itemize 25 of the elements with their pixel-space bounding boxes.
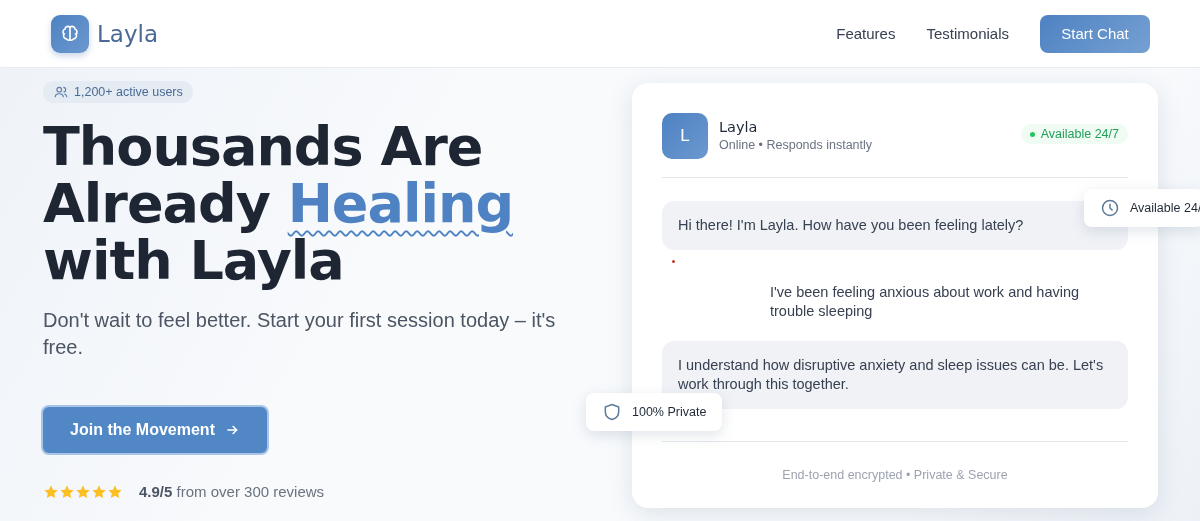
bot-status: Online • Responds instantly [719,138,874,152]
hero-subtitle: Don't wait to feel better. Start your first session today – it's free. [43,308,557,360]
star-icon [107,483,123,500]
encryption-note: End-to-end encrypted • Private & Secure [781,467,1009,484]
nav-link[interactable]: Features [836,25,896,42]
start-chat-button[interactable]: Start Chat [1040,14,1150,53]
star-icon [59,483,75,500]
star-icon [43,483,59,500]
avatar: L [662,113,708,159]
active-users-badge: 1,200+ active users [43,81,193,103]
rating-text: 4.9/5 from over 300 reviews [139,483,325,500]
bot-name: Layla [719,119,759,135]
brain-logo-icon[interactable] [51,14,89,53]
bot-message: Hi there! I'm Layla. How have you been feeling lately? [662,201,1128,250]
user-message: I've been feeling anxious about work and having trouble sleeping [769,283,1081,321]
star-icon [75,483,91,500]
brand-name[interactable]: Layla [97,20,158,47]
availability-badge: Available 24/7 [1020,124,1128,144]
nav-link[interactable]: Testimonials [926,25,1009,42]
hero-heading: Thousands Are Already Healing with Layla [43,118,515,289]
join-button[interactable]: Join the Movement [43,407,267,453]
clock-icon [1100,198,1120,218]
star-icon [91,483,107,500]
dot-icon [672,260,675,263]
shield-icon [602,402,622,422]
